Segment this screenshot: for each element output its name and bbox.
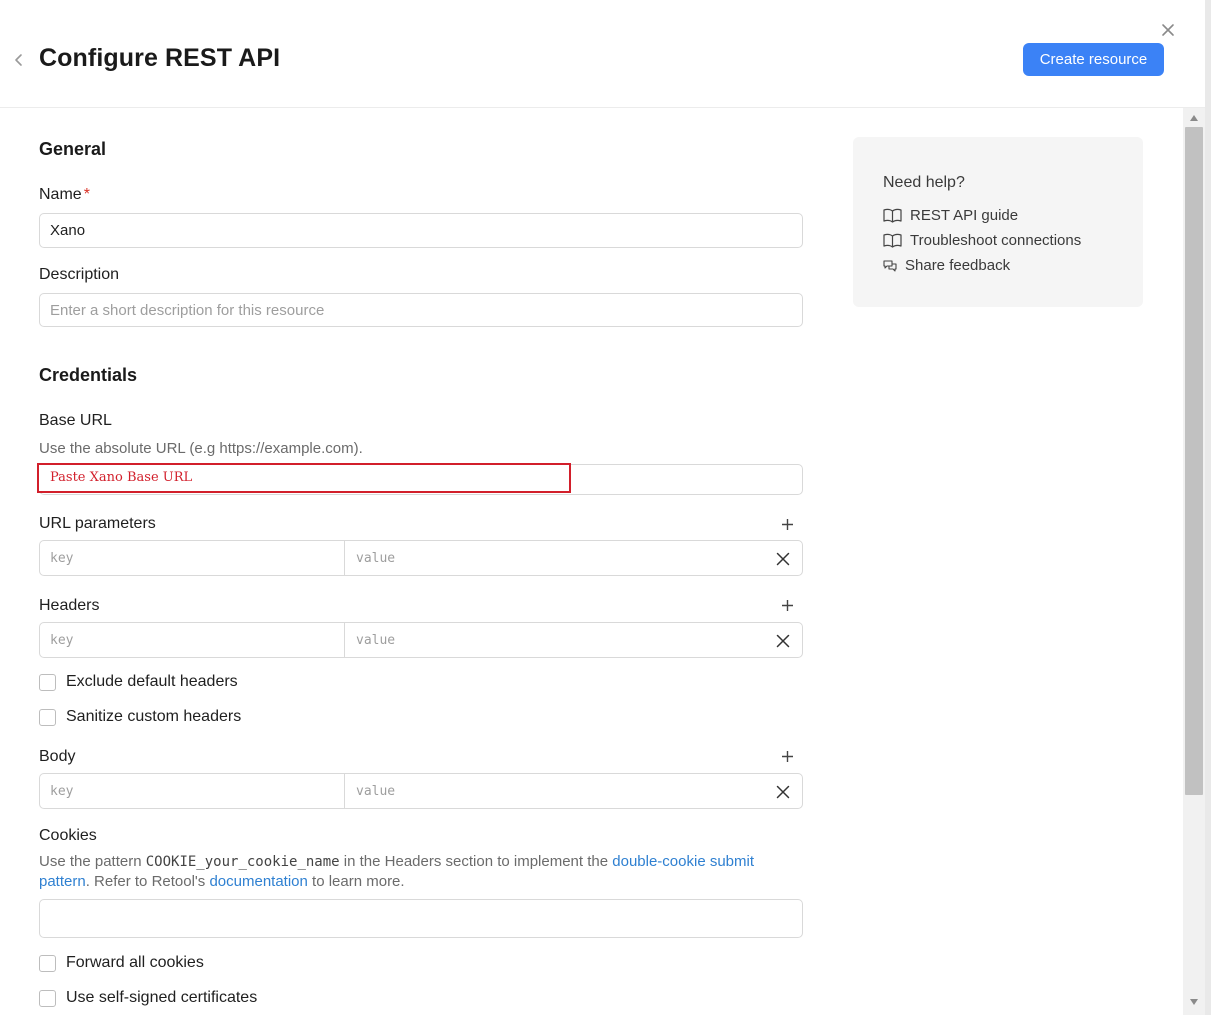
- required-marker: *: [83, 186, 90, 203]
- forward-all-cookies-checkbox[interactable]: [39, 954, 56, 972]
- name-label: Name *: [39, 186, 90, 203]
- help-panel: Need help? REST API guide Troubleshoot c…: [853, 137, 1143, 307]
- rest-api-guide-link[interactable]: REST API guide: [883, 207, 1018, 224]
- base-url-annotation-box: Paste Xano Base URL: [37, 463, 571, 493]
- help-title: Need help?: [883, 174, 965, 191]
- cookies-input[interactable]: [39, 899, 803, 938]
- cookies-hint: Use the pattern COOKIE_your_cookie_name …: [39, 853, 755, 890]
- self-signed-certificates-checkbox[interactable]: [39, 989, 56, 1007]
- chevron-left-icon[interactable]: [12, 52, 26, 68]
- book-icon: [883, 208, 902, 223]
- remove-url-param-icon[interactable]: [776, 552, 790, 566]
- scroll-up-arrow-icon[interactable]: [1190, 115, 1198, 121]
- body-key-input[interactable]: [40, 774, 345, 808]
- page-edge: [1205, 0, 1211, 1015]
- body-row: [39, 773, 803, 809]
- self-signed-certificates-option[interactable]: Use self-signed certificates: [39, 988, 257, 1008]
- forward-all-cookies-option[interactable]: Forward all cookies: [39, 953, 204, 973]
- documentation-link[interactable]: documentation: [209, 873, 307, 890]
- exclude-default-headers-checkbox[interactable]: [39, 673, 56, 691]
- name-input[interactable]: [39, 213, 803, 248]
- exclude-default-headers-option[interactable]: Exclude default headers: [39, 672, 238, 692]
- vertical-scrollbar[interactable]: [1183, 108, 1205, 1015]
- base-url-label: Base URL: [39, 412, 112, 429]
- share-feedback-link[interactable]: Share feedback: [883, 257, 1010, 274]
- create-resource-button[interactable]: Create resource: [1023, 43, 1164, 76]
- scrollbar-thumb[interactable]: [1185, 127, 1203, 795]
- header-key-input[interactable]: [40, 623, 345, 657]
- description-input[interactable]: [39, 293, 803, 327]
- url-param-key-input[interactable]: [40, 541, 345, 575]
- body-value-input[interactable]: [346, 774, 766, 808]
- add-body-param-icon[interactable]: [781, 750, 794, 763]
- description-label: Description: [39, 266, 120, 283]
- cookie-pattern-code: COOKIE_your_cookie_name: [145, 854, 340, 870]
- form-scroll-area: General Name* Description Credentials Ba…: [0, 108, 1183, 1015]
- header-row: [39, 622, 803, 658]
- close-icon[interactable]: [1160, 22, 1176, 38]
- remove-header-icon[interactable]: [776, 634, 790, 648]
- remove-body-param-icon[interactable]: [776, 785, 790, 799]
- general-section-title: General: [39, 139, 107, 159]
- chat-icon: [883, 259, 897, 272]
- troubleshoot-connections-link[interactable]: Troubleshoot connections: [883, 232, 1081, 249]
- modal-header: Configure REST API Create resource: [0, 0, 1205, 108]
- body-label: Body: [39, 748, 76, 765]
- cookies-label: Cookies: [39, 827, 97, 844]
- url-parameter-row: [39, 540, 803, 576]
- header-value-input[interactable]: [346, 623, 766, 657]
- page-title: Configure REST API: [39, 44, 281, 72]
- headers-label: Headers: [39, 597, 100, 614]
- configure-resource-modal: Configure REST API Create resource Gener…: [0, 0, 1205, 1015]
- url-parameters-label: URL parameters: [39, 515, 156, 532]
- add-header-icon[interactable]: [781, 599, 794, 612]
- add-url-parameter-icon[interactable]: [781, 518, 794, 531]
- credentials-section-title: Credentials: [39, 365, 138, 385]
- url-param-value-input[interactable]: [346, 541, 766, 575]
- base-url-hint: Use the absolute URL (e.g https://exampl…: [39, 440, 363, 457]
- sanitize-custom-headers-option[interactable]: Sanitize custom headers: [39, 707, 241, 727]
- book-icon: [883, 233, 902, 248]
- base-url-annotation-text: Paste Xano Base URL: [50, 470, 193, 485]
- sanitize-custom-headers-checkbox[interactable]: [39, 708, 56, 726]
- scroll-down-arrow-icon[interactable]: [1190, 999, 1198, 1005]
